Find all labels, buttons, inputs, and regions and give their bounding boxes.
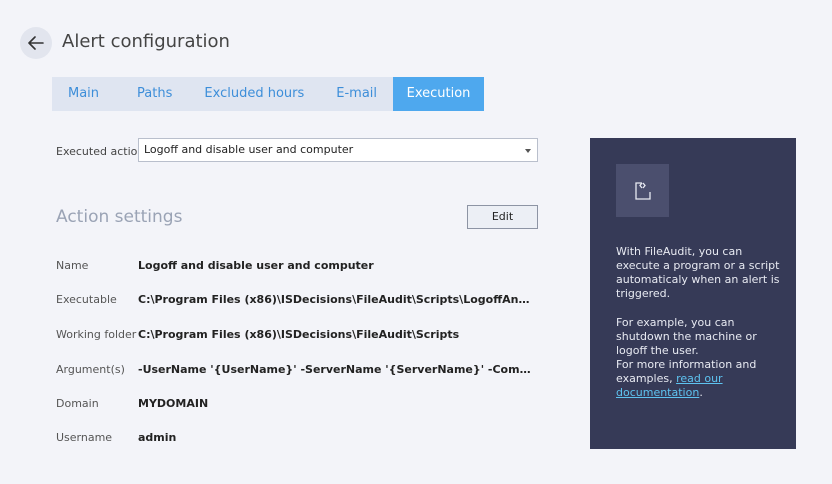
info-panel: With FileAudit, you can execute a progra… bbox=[590, 138, 796, 449]
executable-value: C:\Program Files (x86)\ISDecisions\FileA… bbox=[138, 293, 536, 306]
tab-email[interactable]: E-mail bbox=[320, 77, 393, 111]
arguments-value: -UserName '{UserName}' -ServerName '{Ser… bbox=[138, 363, 536, 376]
name-label: Name bbox=[56, 259, 89, 272]
edit-button[interactable]: Edit bbox=[467, 205, 538, 229]
executable-label: Executable bbox=[56, 293, 117, 306]
working-folder-label: Working folder bbox=[56, 328, 137, 341]
username-label: Username bbox=[56, 431, 113, 444]
chevron-down-icon bbox=[525, 149, 531, 153]
tab-bar: Main Paths Excluded hours E-mail Executi… bbox=[52, 77, 484, 111]
page-title: Alert configuration bbox=[62, 31, 230, 52]
arrow-left-icon bbox=[28, 36, 44, 50]
domain-label: Domain bbox=[56, 397, 99, 410]
back-button[interactable] bbox=[20, 27, 52, 59]
username-value: admin bbox=[138, 431, 177, 444]
executed-action-value: Logoff and disable user and computer bbox=[144, 143, 354, 156]
info-paragraph-1: With FileAudit, you can execute a progra… bbox=[616, 245, 780, 300]
arguments-label: Argument(s) bbox=[56, 363, 125, 376]
tab-main[interactable]: Main bbox=[52, 77, 121, 111]
executed-action-select[interactable]: Logoff and disable user and computer bbox=[138, 138, 538, 162]
tab-paths[interactable]: Paths bbox=[121, 77, 188, 111]
info-paragraph-3: For more information and examples, read … bbox=[616, 358, 781, 400]
domain-value: MYDOMAIN bbox=[138, 397, 209, 410]
tab-excluded-hours[interactable]: Excluded hours bbox=[188, 77, 320, 111]
executed-action-label: Executed action bbox=[56, 145, 145, 158]
name-value: Logoff and disable user and computer bbox=[138, 259, 374, 272]
code-file-icon bbox=[616, 164, 669, 217]
working-folder-value: C:\Program Files (x86)\ISDecisions\FileA… bbox=[138, 328, 460, 341]
tab-execution[interactable]: Execution bbox=[393, 77, 484, 111]
action-settings-title: Action settings bbox=[56, 207, 183, 227]
info-paragraph-2: For example, you can shutdown the machin… bbox=[616, 316, 757, 357]
info-paragraph-3-suffix: . bbox=[699, 386, 703, 399]
